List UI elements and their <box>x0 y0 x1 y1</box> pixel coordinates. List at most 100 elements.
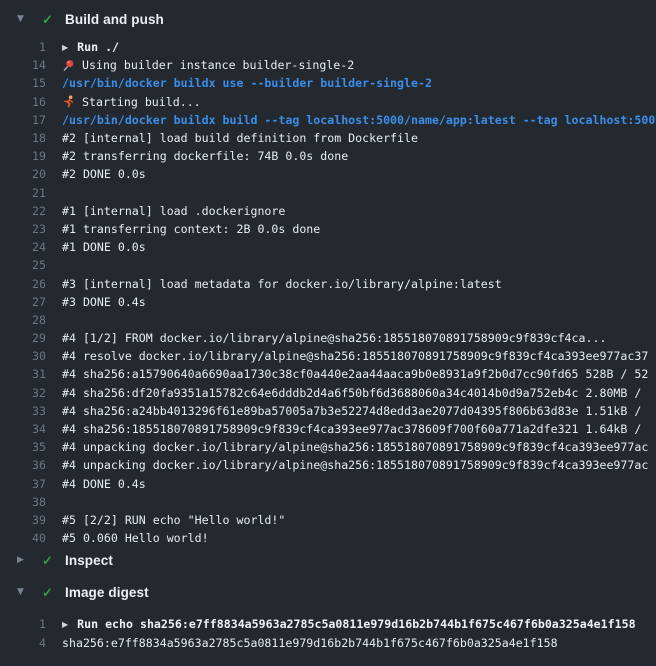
line-number[interactable]: 1 <box>0 40 46 54</box>
log-text: #4 resolve docker.io/library/alpine@sha2… <box>62 349 656 363</box>
log-line: 39 #5 [2/2] RUN echo "Hello world!" <box>0 511 656 529</box>
step-header-image-digest[interactable]: ▼ ✓ Image digest <box>0 581 656 603</box>
line-number[interactable]: 26 <box>0 277 46 291</box>
step-section-image-digest: ▼ ✓ Image digest 1 ▶Run echo sha256:e7ff8… <box>0 581 656 651</box>
actions-log-panel: ▼ ✓ Build and push 1▶Run ./14Using build… <box>0 8 656 652</box>
log-text: #1 DONE 0.0s <box>62 240 656 254</box>
log-line: 15/usr/bin/docker buildx use --builder b… <box>0 74 656 92</box>
log-text: #1 [internal] load .dockerignore <box>62 204 656 218</box>
log-text: #3 DONE 0.4s <box>62 295 656 309</box>
log-line: 26 #3 [internal] load metadata for docker… <box>0 274 656 292</box>
log-line: 22 #1 [internal] load .dockerignore <box>0 202 656 220</box>
log-line: 1 ▶Run ./ <box>0 38 656 56</box>
log-line: 4 sha256:e7ff8834a5963a2785c5a0811e979d16… <box>0 633 656 651</box>
log-lines: 1 ▶Run ./ 14 Using builder instance builder… <box>0 30 656 547</box>
log-text: #2 [internal] load build definition from… <box>62 131 656 145</box>
log-text: #4 unpacking docker.io/library/alpine@sh… <box>62 458 656 472</box>
run-arrow-icon[interactable]: ▶ <box>62 620 68 629</box>
log-line: 17/usr/bin/docker buildx build --tag loc… <box>0 111 656 129</box>
line-number[interactable]: 35 <box>0 440 46 454</box>
log-text: sha256:e7ff8834a5963a2785c5a0811e979d16b… <box>62 636 656 650</box>
runner-icon <box>62 95 75 108</box>
chevron-down-icon[interactable]: ▼ <box>17 15 29 24</box>
log-line: 18 #2 [internal] load build definition fr… <box>0 129 656 147</box>
log-text: #4 sha256:185518070891758909c9f839cf4ca3… <box>62 422 656 436</box>
log-text: #4 sha256:a24bb4013296f61e89ba57005a7b3e… <box>62 404 656 418</box>
log-text: #4 sha256:df20fa9351a15782c64e6dddb2d4a6… <box>62 386 656 400</box>
line-number[interactable]: 17 <box>0 113 46 127</box>
log-text: ▶Run ./ <box>62 40 656 54</box>
step-title: Image digest <box>65 585 149 600</box>
line-number[interactable]: 27 <box>0 295 46 309</box>
run-arrow-icon[interactable]: ▶ <box>62 43 68 52</box>
log-text: #4 [1/2] FROM docker.io/library/alpine@s… <box>62 331 656 345</box>
log-line: 33 #4 sha256:a24bb4013296f61e89ba57005a7b… <box>0 402 656 420</box>
log-line: 14 Using builder instance builder-single-… <box>0 56 656 74</box>
log-line: 40 #5 0.060 Hello world! <box>0 529 656 547</box>
log-line: 29 #4 [1/2] FROM docker.io/library/alpine… <box>0 329 656 347</box>
log-text: #4 DONE 0.4s <box>62 477 656 491</box>
log-text: #2 DONE 0.0s <box>62 167 656 181</box>
log-text: #3 [internal] load metadata for docker.i… <box>62 277 656 291</box>
line-number[interactable]: 30 <box>0 349 46 363</box>
log-text: Starting build... <box>62 95 656 109</box>
log-line: 37 #4 DONE 0.4s <box>0 475 656 493</box>
log-line: 36 #4 unpacking docker.io/library/alpine@… <box>0 456 656 474</box>
line-number[interactable]: 23 <box>0 222 46 236</box>
step-header-inspect[interactable]: ▶ ✓ Inspect <box>0 549 656 571</box>
line-number[interactable]: 31 <box>0 367 46 381</box>
step-section-inspect: ▶ ✓ Inspect <box>0 549 656 571</box>
log-text: ▶Run echo sha256:e7ff8834a5963a2785c5a08… <box>62 617 656 631</box>
log-line: 35 #4 unpacking docker.io/library/alpine@… <box>0 438 656 456</box>
log-line: 19 #2 transferring dockerfile: 74B 0.0s d… <box>0 147 656 165</box>
chevron-down-icon[interactable]: ▼ <box>17 588 29 597</box>
check-success-icon: ✓ <box>40 554 55 567</box>
line-number[interactable]: 18 <box>0 131 46 145</box>
log-lines: 1 ▶Run echo sha256:e7ff8834a5963a2785c5a0… <box>0 603 656 651</box>
step-title: Build and push <box>65 12 164 27</box>
log-text: #5 [2/2] RUN echo "Hello world!" <box>62 513 656 527</box>
line-number[interactable]: 29 <box>0 331 46 345</box>
log-text: #5 0.060 Hello world! <box>62 531 656 545</box>
step-title: Inspect <box>65 553 113 568</box>
check-success-icon: ✓ <box>40 13 55 26</box>
line-number[interactable]: 20 <box>0 167 46 181</box>
line-number[interactable]: 28 <box>0 313 46 327</box>
log-line: 32 #4 sha256:df20fa9351a15782c64e6dddb2d4… <box>0 384 656 402</box>
line-number[interactable]: 24 <box>0 240 46 254</box>
line-number[interactable]: 40 <box>0 531 46 545</box>
line-number[interactable]: 14 <box>0 58 46 72</box>
line-number[interactable]: 1 <box>0 617 46 631</box>
log-line: 31#4 sha256:a15790640a6690aa1730c38cf0a4… <box>0 365 656 383</box>
log-line: 24 #1 DONE 0.0s <box>0 238 656 256</box>
log-text: #4 unpacking docker.io/library/alpine@sh… <box>62 440 656 454</box>
log-text: Using builder instance builder-single-2 <box>62 58 656 72</box>
log-line: 25 <box>0 256 656 274</box>
line-number[interactable]: 19 <box>0 149 46 163</box>
line-number[interactable]: 25 <box>0 258 46 272</box>
log-text: /usr/bin/docker buildx use --builder bui… <box>62 76 656 90</box>
line-number[interactable]: 21 <box>0 186 46 200</box>
line-number[interactable]: 39 <box>0 513 46 527</box>
line-number[interactable]: 37 <box>0 477 46 491</box>
line-number[interactable]: 34 <box>0 422 46 436</box>
log-text: /usr/bin/docker buildx build --tag local… <box>62 113 656 127</box>
log-text: #1 transferring context: 2B 0.0s done <box>62 222 656 236</box>
log-line: 38 <box>0 493 656 511</box>
line-number[interactable]: 16 <box>0 95 46 109</box>
step-section-build-and-push: ▼ ✓ Build and push 1 ▶Run ./ 14 Using build… <box>0 8 656 547</box>
line-number[interactable]: 33 <box>0 404 46 418</box>
log-text: #2 transferring dockerfile: 74B 0.0s don… <box>62 149 656 163</box>
line-number[interactable]: 4 <box>0 636 46 650</box>
chevron-right-icon[interactable]: ▶ <box>17 556 29 565</box>
step-header-build-and-push[interactable]: ▼ ✓ Build and push <box>0 8 656 30</box>
line-number[interactable]: 38 <box>0 495 46 509</box>
line-number[interactable]: 32 <box>0 386 46 400</box>
line-number[interactable]: 36 <box>0 458 46 472</box>
line-number[interactable]: 15 <box>0 76 46 90</box>
line-number[interactable]: 22 <box>0 204 46 218</box>
log-line: 30 #4 resolve docker.io/library/alpine@sh… <box>0 347 656 365</box>
log-line: 28 <box>0 311 656 329</box>
log-line: 20 #2 DONE 0.0s <box>0 165 656 183</box>
log-line: 16 Starting build... <box>0 93 656 111</box>
